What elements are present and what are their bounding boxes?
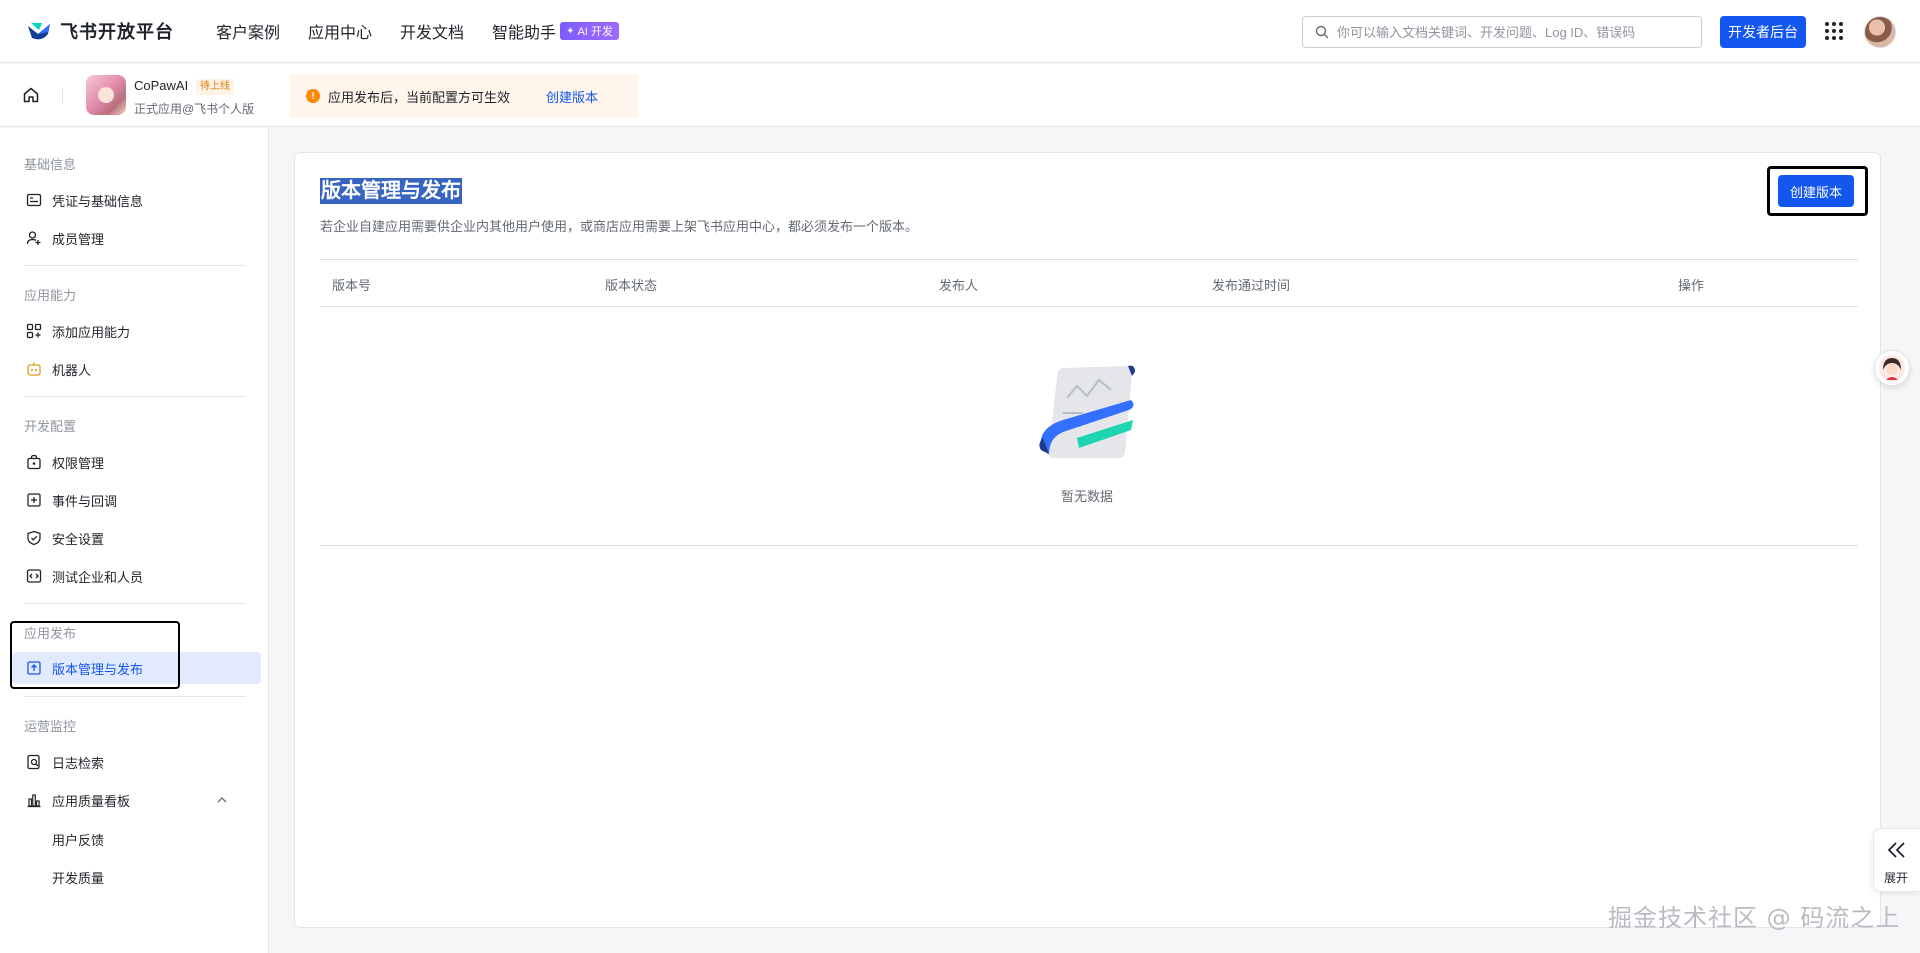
divider (24, 603, 246, 604)
sparkle-icon: ✦ (566, 25, 575, 37)
ai-badge-label: AI 开发 (577, 26, 613, 38)
empty-document-icon (1039, 365, 1135, 458)
brand-name: 飞书开放平台 (60, 22, 174, 42)
nav-link-app-center[interactable]: 应用中心 (308, 19, 372, 43)
status-badge: 待上线 (196, 79, 234, 95)
search-box[interactable] (1302, 16, 1702, 48)
notice-text: 应用发布后，当前配置方可生效 (328, 89, 511, 105)
sidebar-item-label: 应用质量看板 (52, 793, 131, 809)
apps-grid-icon[interactable] (1825, 22, 1843, 40)
user-avatar[interactable] (1864, 16, 1896, 48)
page-description: 若企业自建应用需要供企业内其他用户使用，或商店应用需要上架飞书应用中心，都必须发… (320, 219, 919, 234)
table-header: 版本号 版本状态 发布人 发布通过时间 操作 (320, 259, 1858, 307)
home-icon[interactable] (22, 86, 40, 104)
group-title-basic: 基础信息 (24, 157, 77, 172)
nav-link-assistant[interactable]: 智能助手 (492, 19, 556, 43)
sidebar-item-label: 添加应用能力 (52, 324, 131, 340)
divider (24, 696, 246, 697)
empty-illustration (1033, 358, 1135, 471)
ai-badge[interactable]: ✦ AI 开发 (560, 22, 619, 40)
sidebar-item-logs[interactable]: 日志检索 (12, 746, 261, 778)
bar-chart-icon (27, 794, 41, 808)
search-input[interactable] (1337, 24, 1677, 40)
sidebar-item-label: 测试企业和人员 (52, 569, 144, 585)
event-add-icon (27, 493, 41, 507)
sidebar-item-label: 事件与回调 (52, 493, 118, 509)
app-header: CoPawAI 待上线 正式应用@飞书个人版 ! 应用发布后，当前配置方可生效 … (0, 64, 1920, 127)
column-header: 发布通过时间 (1212, 278, 1291, 293)
nav-link-docs[interactable]: 开发文档 (400, 19, 464, 43)
apps-add-icon (26, 323, 42, 339)
chevron-up-icon (217, 797, 227, 803)
column-header: 操作 (1678, 278, 1705, 293)
divider (320, 545, 1858, 546)
assistant-avatar[interactable] (1874, 350, 1910, 386)
sidebar-item-bot[interactable]: 机器人 (12, 353, 261, 385)
log-search-icon (27, 754, 40, 770)
publish-notice: ! 应用发布后，当前配置方可生效 创建版本 (290, 74, 638, 118)
upload-icon (27, 661, 41, 675)
main-panel: 版本管理与发布 若企业自建应用需要供企业内其他用户使用，或商店应用需要上架飞书应… (294, 152, 1881, 928)
sidebar-item-label: 凭证与基础信息 (52, 193, 144, 209)
notice-create-version-link[interactable]: 创建版本 (546, 87, 598, 106)
page-title: 版本管理与发布 (320, 178, 462, 204)
sidebar-item-label: 成员管理 (52, 231, 105, 247)
sidebar-item-quality-dashboard[interactable]: 应用质量看板 (12, 784, 261, 816)
sidebar-item-add-capability[interactable]: 添加应用能力 (12, 315, 261, 347)
sidebar-item-label: 版本管理与发布 (52, 661, 144, 677)
double-chevron-left-icon (1887, 842, 1905, 858)
id-card-icon (26, 193, 42, 207)
sidebar-item-security[interactable]: 安全设置 (12, 522, 261, 554)
column-header: 版本状态 (605, 278, 658, 293)
column-header: 版本号 (332, 278, 372, 293)
app-avatar (86, 75, 126, 115)
sidebar: 基础信息 凭证与基础信息 成员管理 应用能力 添加应用能力 机器人 开发配置 权… (0, 128, 269, 953)
sidebar-item-events[interactable]: 事件与回调 (12, 484, 261, 516)
divider (62, 89, 63, 103)
divider (24, 265, 246, 266)
sidebar-item-test-tenant[interactable]: 测试企业和人员 (12, 560, 261, 592)
create-version-button[interactable]: 创建版本 (1778, 175, 1855, 207)
warning-icon: ! (306, 89, 320, 103)
sidebar-item-credentials[interactable]: 凭证与基础信息 (12, 184, 261, 216)
sidebar-item-permissions[interactable]: 权限管理 (12, 446, 261, 478)
user-add-icon (26, 231, 41, 245)
column-header: 发布人 (939, 278, 979, 293)
expand-label: 展开 (1884, 871, 1909, 885)
group-title-monitoring: 运营监控 (24, 719, 77, 734)
brand[interactable]: 飞书开放平台 (26, 18, 174, 44)
expand-panel-toggle[interactable]: 展开 (1873, 828, 1920, 892)
sidebar-item-members[interactable]: 成员管理 (12, 222, 261, 254)
top-nav: 飞书开放平台 客户案例 应用中心 开发文档 智能助手 ✦ AI 开发 开发者后台 (0, 0, 1920, 63)
sidebar-item-label: 安全设置 (52, 531, 105, 547)
group-title-dev-config: 开发配置 (24, 419, 77, 434)
sidebar-subitem-feedback[interactable]: 用户反馈 (52, 830, 104, 849)
nav-links: 客户案例 应用中心 开发文档 智能助手 ✦ AI 开发 (216, 19, 619, 43)
sidebar-item-label: 机器人 (52, 362, 92, 378)
shield-icon (27, 530, 41, 546)
sidebar-item-label: 日志检索 (52, 755, 105, 771)
empty-state-text: 暂无数据 (1061, 489, 1114, 504)
watermark: 掘金技术社区 @ 码流之上 (1608, 904, 1901, 932)
permission-icon (27, 454, 41, 470)
dev-console-button[interactable]: 开发者后台 (1720, 16, 1806, 48)
search-icon (1315, 25, 1329, 39)
group-title-publish: 应用发布 (24, 626, 77, 641)
app-name: CoPawAI (134, 78, 189, 93)
app-type: 正式应用@飞书个人版 (134, 102, 255, 116)
divider (24, 396, 246, 397)
sidebar-subitem-dev-quality[interactable]: 开发质量 (52, 868, 104, 887)
code-icon (26, 569, 42, 583)
feishu-logo-icon (28, 23, 50, 40)
nav-link-cases[interactable]: 客户案例 (216, 19, 280, 43)
robot-icon (27, 362, 41, 376)
assistant-avatar-icon (1879, 355, 1905, 381)
sidebar-item-version-publish[interactable]: 版本管理与发布 (12, 652, 261, 684)
sidebar-item-label: 权限管理 (52, 455, 105, 471)
group-title-capability: 应用能力 (24, 288, 77, 303)
